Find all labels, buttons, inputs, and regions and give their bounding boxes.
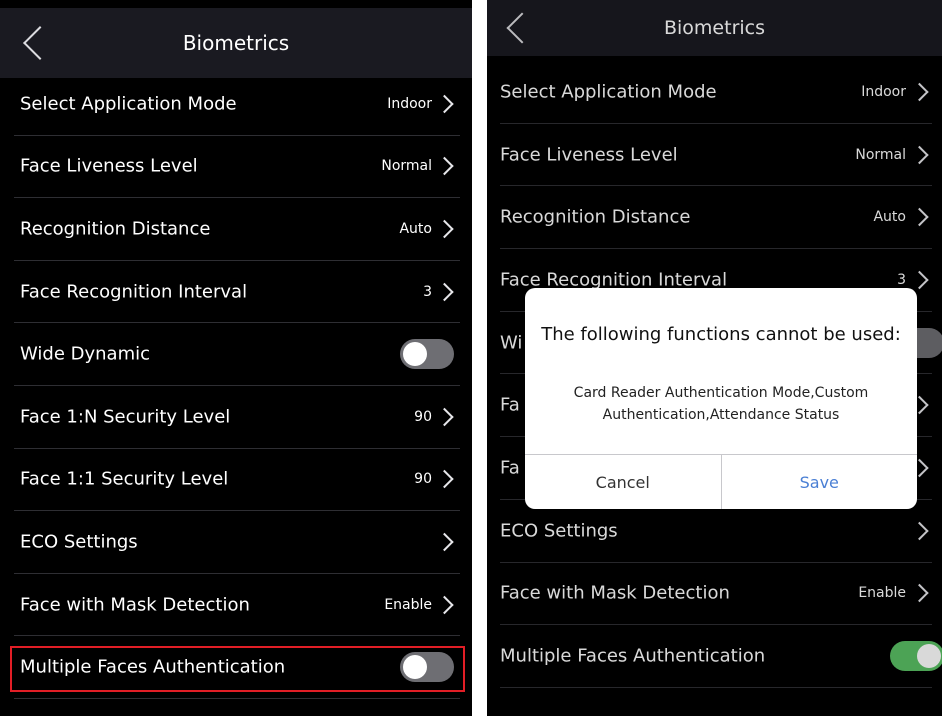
row-recognition-distance[interactable]: Recognition Distance Auto (14, 198, 460, 261)
toggle-knob (403, 342, 427, 367)
wide-dynamic-toggle[interactable] (400, 339, 454, 370)
toggle-knob (403, 655, 427, 680)
row-value: 90 (414, 408, 432, 425)
row-value: Auto (399, 220, 432, 237)
dialog-title: The following functions cannot be used: (541, 324, 901, 345)
chevron-right-icon (435, 219, 454, 239)
chevron-right-icon (435, 282, 454, 301)
row-label: Face Liveness Level (20, 155, 198, 177)
row-label: Recognition Distance (20, 218, 211, 240)
row-value: Indoor (387, 95, 432, 112)
chevron-right-icon (435, 470, 454, 489)
row-label: Select Application Mode (20, 93, 237, 115)
row-label: ECO Settings (20, 531, 138, 553)
chevron-right-icon (435, 532, 454, 552)
right-screen: Biometrics Select Application Mode Indoo… (487, 0, 942, 716)
confirm-dialog: The following functions cannot be used: … (525, 288, 917, 509)
page-title: Biometrics (182, 31, 290, 55)
dialog-message: Card Reader Authentication Mode,Custom A… (573, 385, 869, 423)
save-button[interactable]: Save (722, 455, 918, 509)
row-label: Face 1:1 Security Level (20, 468, 229, 490)
chevron-right-icon (435, 407, 454, 426)
row-face-liveness-level[interactable]: Face Liveness Level Normal (14, 136, 460, 199)
row-multiple-faces-authentication: Multiple Faces Authentication (14, 636, 460, 699)
chevron-right-icon (435, 595, 454, 614)
row-value: 90 (414, 471, 432, 488)
row-value: Normal (381, 158, 432, 175)
row-value: 3 (423, 283, 432, 300)
header-bar: Biometrics (0, 8, 472, 78)
settings-list: Select Application Mode Indoor Face Live… (0, 73, 472, 699)
row-face-recognition-interval[interactable]: Face Recognition Interval 3 (14, 261, 460, 324)
row-label: Face with Mask Detection (20, 594, 250, 616)
row-label: Wide Dynamic (20, 343, 151, 365)
row-label: Face Recognition Interval (20, 281, 248, 303)
row-select-application-mode[interactable]: Select Application Mode Indoor (14, 73, 460, 136)
left-screen: Biometrics Select Application Mode Indoo… (0, 0, 472, 716)
dialog-buttons: Cancel Save (525, 454, 917, 509)
row-face-11-security-level[interactable]: Face 1:1 Security Level 90 (14, 449, 460, 512)
multiple-faces-toggle[interactable] (400, 652, 454, 683)
row-label: Multiple Faces Authentication (20, 656, 286, 678)
row-wide-dynamic: Wide Dynamic (14, 323, 460, 386)
row-label: Face 1:N Security Level (20, 406, 231, 428)
cancel-button[interactable]: Cancel (525, 455, 722, 509)
row-face-1n-security-level[interactable]: Face 1:N Security Level 90 (14, 386, 460, 449)
chevron-right-icon (435, 94, 454, 113)
row-eco-settings[interactable]: ECO Settings (14, 511, 460, 574)
chevron-right-icon (435, 157, 454, 176)
row-value: Enable (384, 596, 432, 613)
row-face-with-mask-detection[interactable]: Face with Mask Detection Enable (14, 574, 460, 637)
